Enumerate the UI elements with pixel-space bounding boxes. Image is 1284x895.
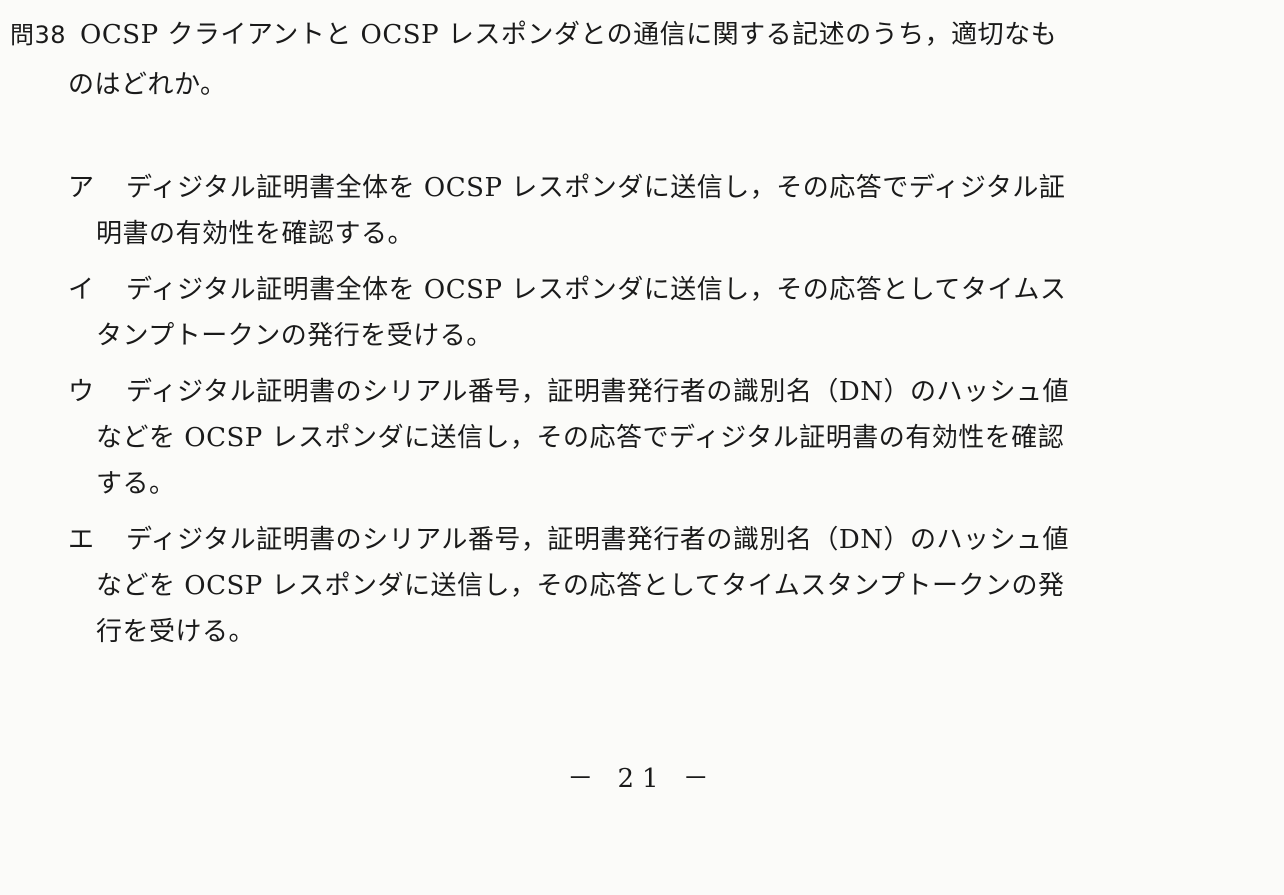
choice-a-text-1: ディジタル証明書全体を OCSP レスポンダに送信し，その応答でディジタル証: [126, 173, 1066, 203]
exam-page: 問38 OCSP クライアントと OCSP レスポンダとの通信に関する記述のうち，…: [0, 0, 1284, 895]
choice-e-label: エ: [68, 525, 95, 555]
choice-e-text-1: ディジタル証明書のシリアル番号，証明書発行者の識別名（DN）のハッシュ値: [126, 525, 1069, 555]
choice-a[interactable]: アディジタル証明書全体を OCSP レスポンダに送信し，その応答でディジタル証 …: [68, 165, 1148, 257]
choice-i-text-1: ディジタル証明書全体を OCSP レスポンダに送信し，その応答としてタイムス: [126, 275, 1067, 305]
question-block: 問38 OCSP クライアントと OCSP レスポンダとの通信に関する記述のうち，…: [10, 10, 1150, 110]
choice-u[interactable]: ウ ディジタル証明書のシリアル番号，証明書発行者の識別名（DN）のハッシュ値 など…: [68, 369, 1148, 507]
page-number: － 21 －: [567, 764, 717, 794]
choice-e[interactable]: エ ディジタル証明書のシリアル番号，証明書発行者の識別名（DN）のハッシュ値 など…: [68, 517, 1148, 655]
choice-a-text-2: 明書の有効性を確認する。: [96, 219, 415, 249]
question-line-2: のはどれか。: [68, 70, 227, 100]
choice-e-text-3: 行を受ける。: [96, 617, 256, 647]
question-text-1: OCSP クライアントと OCSP レスポンダとの通信に関する記述のうち，適切な…: [80, 20, 1058, 50]
choice-u-label: ウ: [68, 377, 95, 407]
choice-a-label: ア: [68, 173, 95, 203]
choice-u-text-3: する。: [96, 469, 176, 499]
choice-i-label: イ: [68, 275, 95, 305]
question-number: 問38: [10, 21, 67, 49]
choice-u-text-2: などを OCSP レスポンダに送信し，その応答でディジタル証明書の有効性を確認: [96, 423, 1065, 453]
choices-list: アディジタル証明書全体を OCSP レスポンダに送信し，その応答でディジタル証 …: [68, 165, 1148, 665]
choice-e-text-2: などを OCSP レスポンダに送信し，その応答としてタイムスタンプトークンの発: [96, 571, 1065, 601]
choice-i-text-2: タンプトークンの発行を受ける。: [96, 321, 493, 351]
choice-u-text-1: ディジタル証明書のシリアル番号，証明書発行者の識別名（DN）のハッシュ値: [126, 377, 1069, 407]
choice-i[interactable]: イディジタル証明書全体を OCSP レスポンダに送信し，その応答としてタイムス …: [68, 267, 1148, 359]
question-line-1: 問38 OCSP クライアントと OCSP レスポンダとの通信に関する記述のうち，…: [10, 10, 1150, 60]
